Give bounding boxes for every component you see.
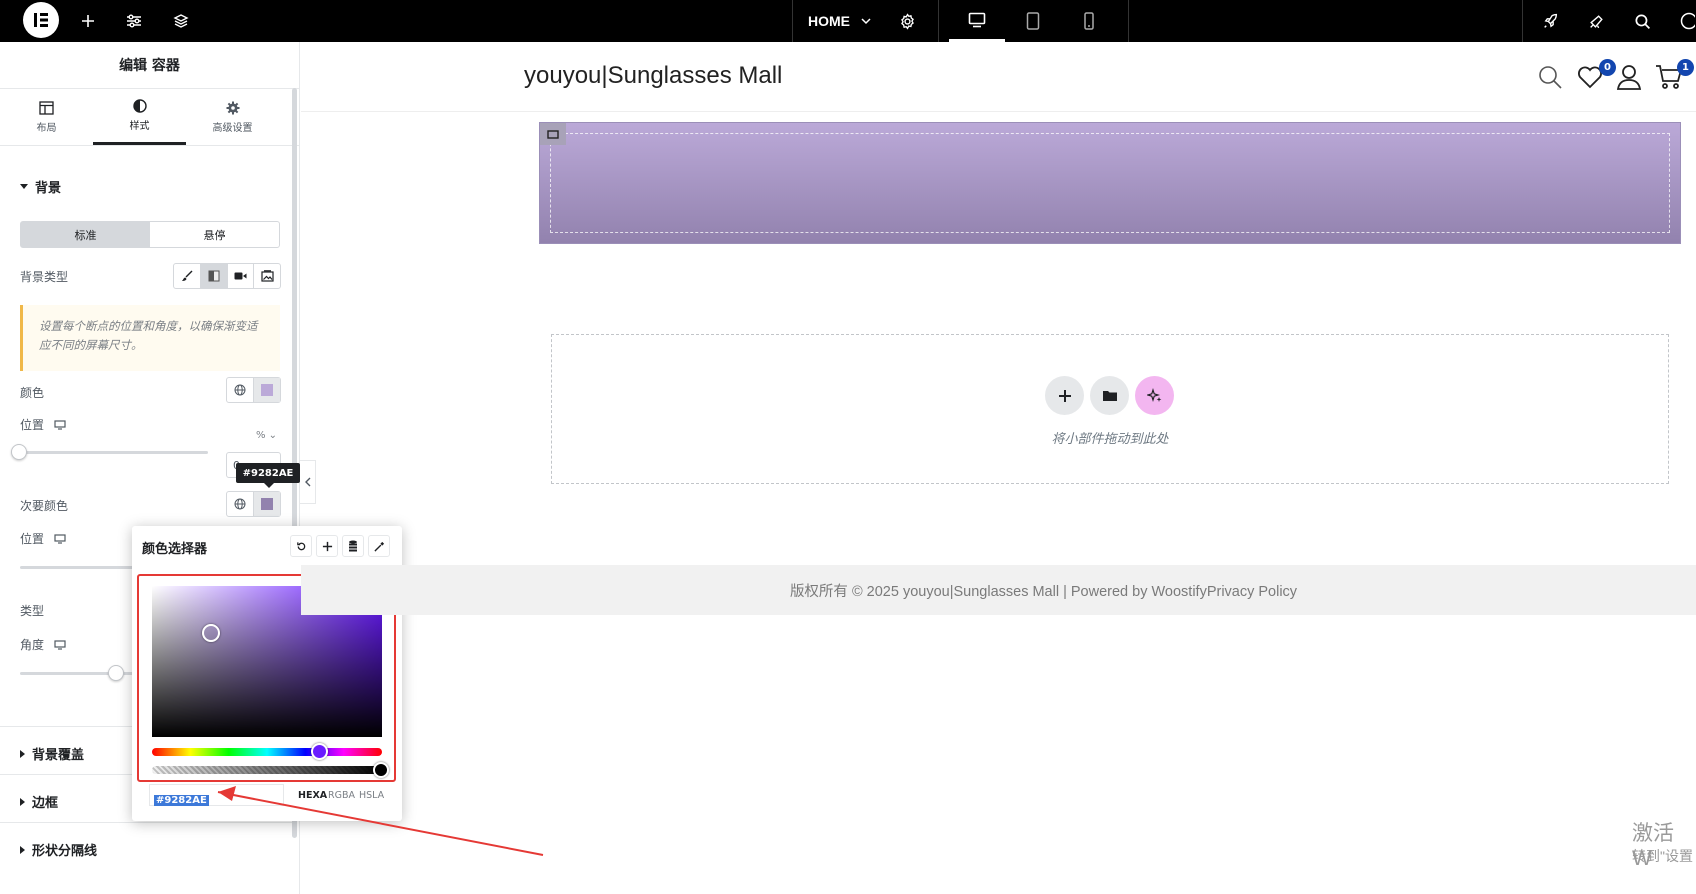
site-title[interactable]: youyou|Sunglasses Mall: [524, 62, 782, 90]
footer-copyright: 版权所有 © 2025 youyou|Sunglasses Mall | Pow…: [789, 583, 1298, 600]
activation-watermark-line2: 转到"设置: [1632, 848, 1693, 864]
add-template-button[interactable]: [1090, 376, 1129, 415]
header-divider: [301, 111, 1696, 112]
plus-icon: [1058, 389, 1071, 402]
account-user-icon[interactable]: [1614, 62, 1644, 92]
folder-icon: [1102, 391, 1117, 401]
ai-assistant-button[interactable]: [1135, 376, 1174, 415]
container-inner-dashed: [550, 133, 1670, 233]
gradient-container[interactable]: [539, 122, 1681, 244]
sparkle-icon: [1146, 387, 1161, 402]
header-search-icon[interactable]: [1535, 62, 1565, 92]
dropzone-hint: 将小部件拖动到此处: [1051, 432, 1169, 447]
add-element-button[interactable]: [1045, 376, 1084, 415]
site-footer: 版权所有 © 2025 youyou|Sunglasses Mall | Pow…: [301, 565, 1696, 615]
container-handle-icon[interactable]: [540, 123, 566, 145]
cart-count-badge: 1: [1677, 59, 1694, 76]
empty-container-dropzone[interactable]: 将小部件拖动到此处: [551, 334, 1669, 484]
